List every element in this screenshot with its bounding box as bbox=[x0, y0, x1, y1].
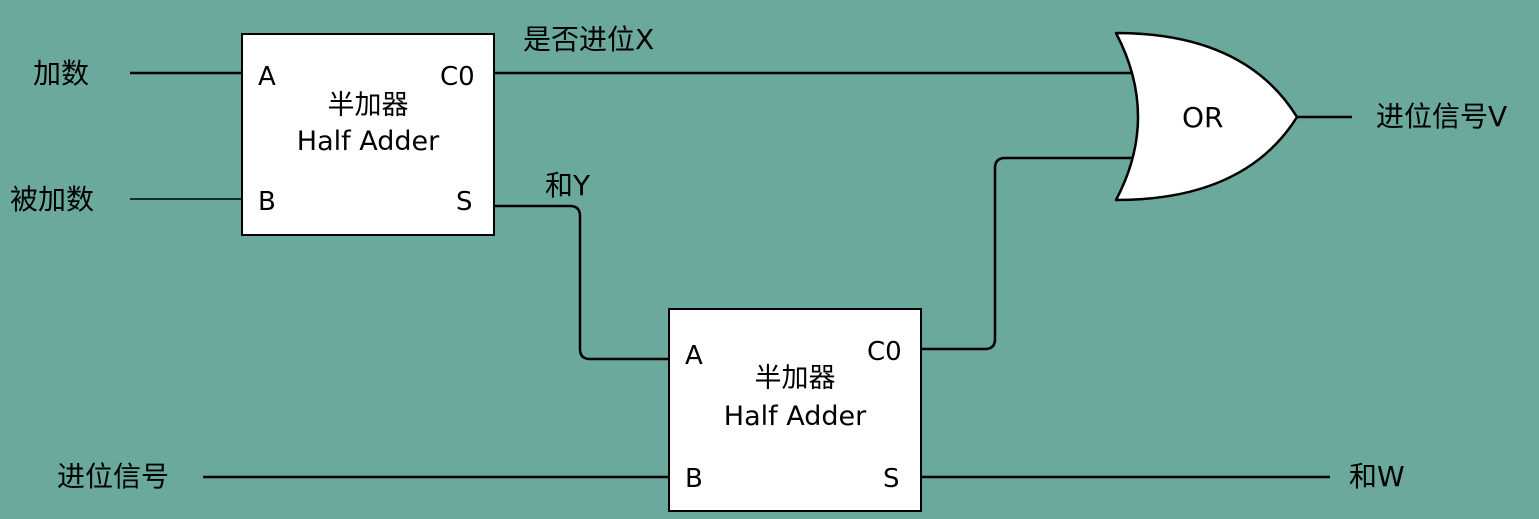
ha1-pin-a: A bbox=[258, 62, 276, 92]
input-carry-label: 进位信号 bbox=[57, 460, 170, 493]
carry-out-v-label: 进位信号V bbox=[1376, 100, 1508, 133]
ha1-title-en: Half Adder bbox=[296, 126, 440, 157]
half-adder-1: A B C0 S 半加器 Half Adder bbox=[241, 33, 495, 236]
carry-x-label: 是否进位X bbox=[523, 23, 655, 56]
diagram-canvas: OR A B C0 S 半加器 Half Adder A B C0 S 半加器 … bbox=[0, 0, 1539, 519]
wire-carry-2 bbox=[920, 156, 1132, 351]
or-gate-label: OR bbox=[1182, 101, 1224, 134]
ha2-pin-b: B bbox=[685, 464, 703, 494]
ha2-title-cn: 半加器 bbox=[754, 363, 836, 394]
ha1-pin-b: B bbox=[258, 187, 276, 217]
half-adder-2: A B C0 S 半加器 Half Adder bbox=[668, 308, 922, 512]
sum-y-label: 和Y bbox=[545, 169, 591, 202]
sum-w-label: 和W bbox=[1349, 460, 1405, 493]
ha2-title-en: Half Adder bbox=[723, 401, 867, 432]
ha1-pin-s: S bbox=[456, 187, 473, 217]
ha1-title-cn: 半加器 bbox=[327, 90, 409, 121]
input-addend-label: 加数 bbox=[33, 57, 90, 90]
ha1-pin-c0: C0 bbox=[440, 62, 475, 92]
ha2-pin-s: S bbox=[883, 464, 900, 494]
wire-sum-y bbox=[493, 204, 670, 361]
input-augend-label: 被加数 bbox=[10, 183, 95, 216]
